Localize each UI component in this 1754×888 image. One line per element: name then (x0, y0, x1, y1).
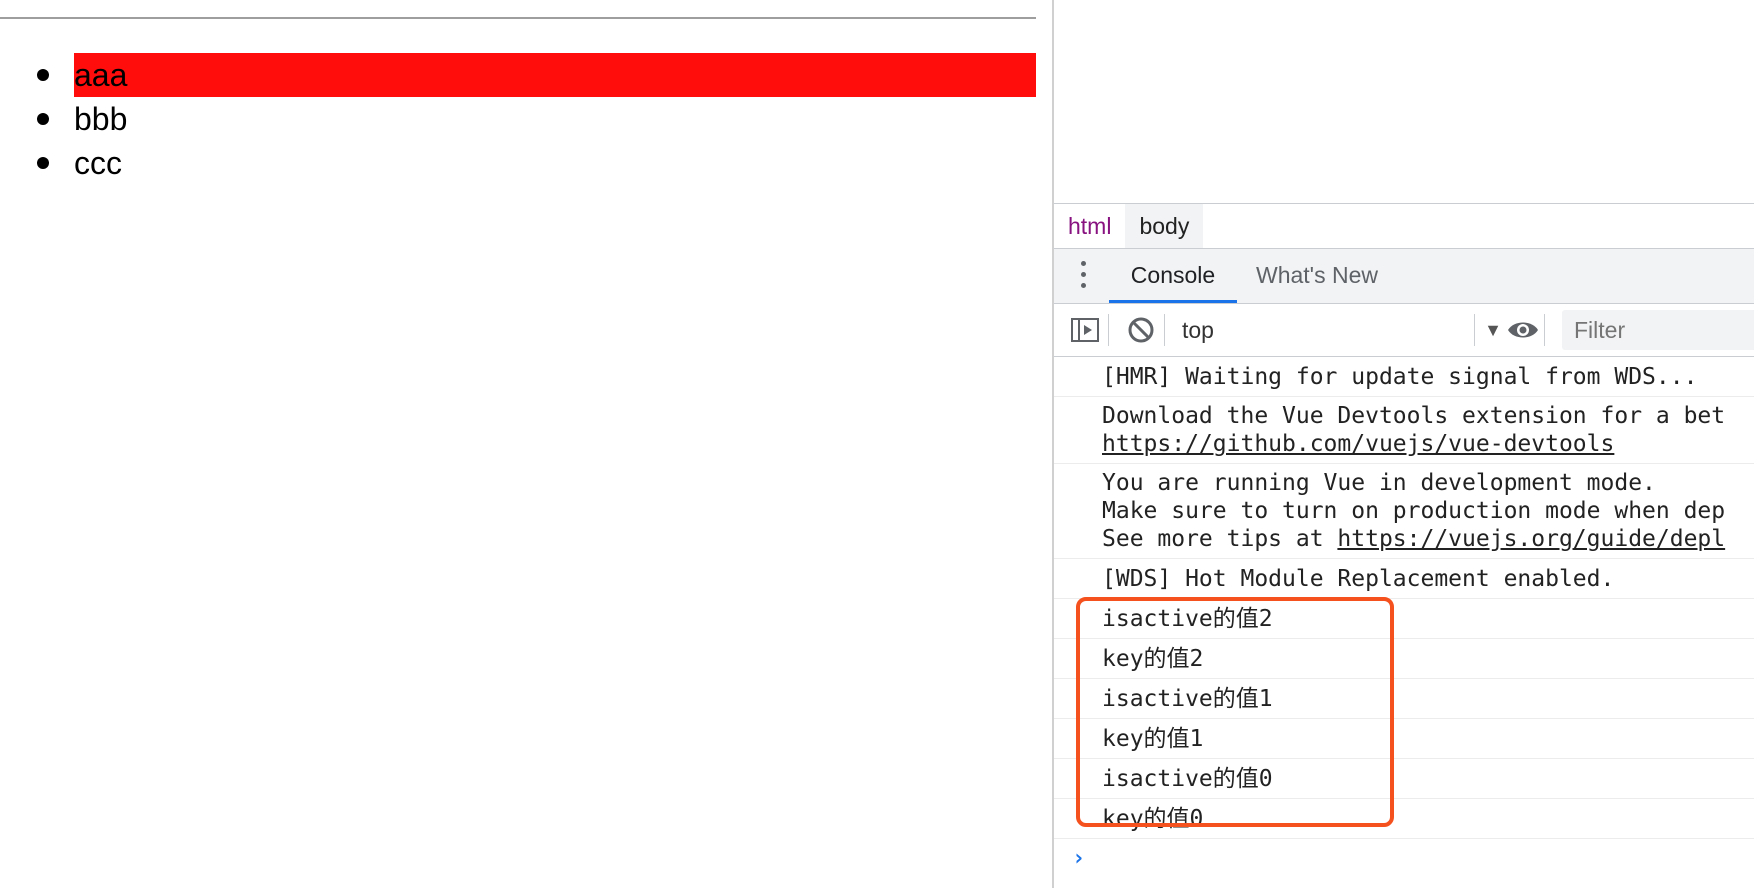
more-options-icon[interactable] (1076, 261, 1090, 291)
message-text: You are running Vue in development mode. (1102, 470, 1656, 496)
bullet-icon (37, 113, 49, 125)
message-link[interactable]: https://github.com/vuejs/vue-devtools (1102, 431, 1614, 457)
list-item[interactable]: aaa (37, 53, 1036, 97)
context-label: top (1182, 317, 1214, 343)
live-expression-eye-icon[interactable] (1506, 315, 1540, 345)
toolbar-separator (1474, 314, 1475, 346)
bullet-icon (37, 157, 49, 169)
devtools-panel: html body Console What's New top ▼ Filte… (1054, 0, 1754, 888)
list-item-label: ccc (74, 145, 122, 181)
message-text: Make sure to turn on production mode whe… (1102, 498, 1726, 524)
list-item[interactable]: bbb (0, 97, 1036, 141)
console-message: isactive的值0 (1054, 759, 1754, 799)
drawer-tab-bar: Console What's New (1054, 249, 1754, 304)
tab-whats-new[interactable]: What's New (1256, 249, 1378, 303)
dropdown-arrow-icon: ▼ (1484, 320, 1502, 340)
message-text: isactive的值1 (1102, 686, 1273, 712)
message-text: [WDS] Hot Module Replacement enabled. (1102, 566, 1615, 592)
bullet-icon (37, 69, 49, 81)
breadcrumb: html body (1054, 204, 1754, 249)
item-list: aaa bbb ccc (0, 53, 1036, 185)
list-item-label: bbb (74, 101, 128, 137)
console-message: key的值0 (1054, 799, 1754, 839)
message-text: See more tips at (1102, 526, 1338, 552)
toolbar-separator (1544, 314, 1545, 346)
message-text: [HMR] Waiting for update signal from WDS… (1102, 364, 1698, 390)
show-sidebar-icon[interactable] (1070, 315, 1100, 345)
message-link[interactable]: https://vuejs.org/guide/depl (1337, 526, 1725, 552)
page-viewport: aaa bbb ccc (0, 0, 1052, 888)
console-message: key的值2 (1054, 639, 1754, 679)
elements-panel (1054, 0, 1754, 204)
console-prompt-icon[interactable]: › (1072, 846, 1085, 871)
console-message: isactive的值1 (1054, 679, 1754, 719)
message-text: key的值1 (1102, 726, 1204, 752)
tab-console[interactable]: Console (1109, 249, 1237, 303)
console-message: You are running Vue in development mode.… (1054, 464, 1754, 559)
toolbar-separator (1108, 314, 1109, 346)
console-messages: [HMR] Waiting for update signal from WDS… (1054, 357, 1754, 839)
console-message: key的值1 (1054, 719, 1754, 759)
filter-input[interactable] (1562, 310, 1754, 350)
list-item-label: aaa (74, 57, 128, 93)
breadcrumb-html[interactable]: html (1054, 204, 1125, 248)
console-toolbar: top ▼ (1054, 304, 1754, 357)
message-text: key的值0 (1102, 806, 1204, 832)
breadcrumb-body[interactable]: body (1125, 204, 1204, 248)
execution-context-select[interactable]: top ▼ (1170, 310, 1510, 350)
clear-console-icon[interactable] (1126, 315, 1156, 345)
message-text: key的值2 (1102, 646, 1204, 672)
console-message: [WDS] Hot Module Replacement enabled. (1054, 559, 1754, 599)
message-text: isactive的值0 (1102, 766, 1273, 792)
toolbar-separator (1164, 314, 1165, 346)
console-message: isactive的值2 (1054, 599, 1754, 639)
message-text: Download the Vue Devtools extension for … (1102, 403, 1726, 429)
console-message: [HMR] Waiting for update signal from WDS… (1054, 357, 1754, 397)
list-item[interactable]: ccc (0, 141, 1036, 185)
console-message: Download the Vue Devtools extension for … (1054, 397, 1754, 464)
horizontal-rule (0, 17, 1036, 19)
message-text: isactive的值2 (1102, 606, 1273, 632)
